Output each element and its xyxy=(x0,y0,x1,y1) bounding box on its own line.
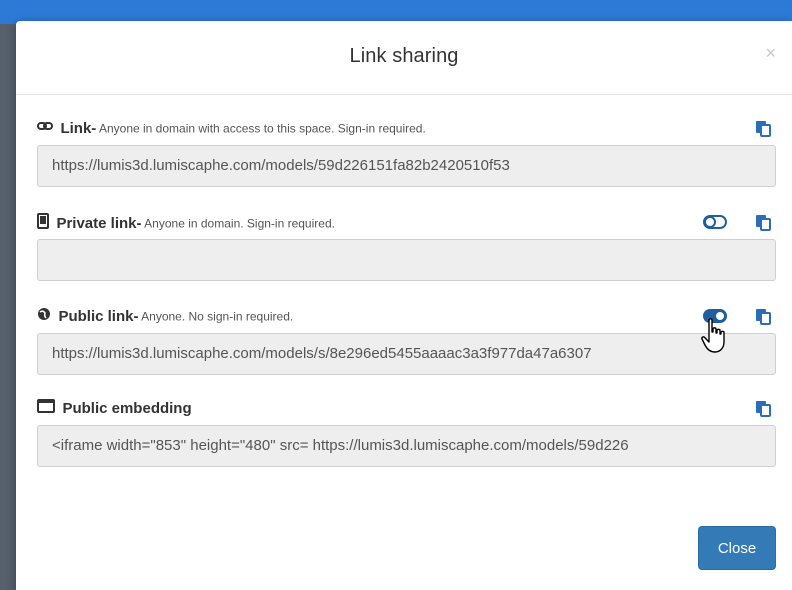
copy-link-icon[interactable] xyxy=(754,119,772,137)
link-description: Anyone in domain with access to this spa… xyxy=(96,121,426,136)
tablet-icon xyxy=(37,213,49,234)
close-button[interactable]: Close xyxy=(698,526,776,570)
private-link-section: Private link- Anyone in domain. Sign-in … xyxy=(37,213,776,281)
page-backdrop xyxy=(0,24,16,590)
public-link-toggle-icon[interactable] xyxy=(702,307,730,325)
public-link-title: Public link- xyxy=(58,308,139,325)
copy-public-link-icon[interactable] xyxy=(754,307,772,325)
public-embedding-label-row: Public embedding xyxy=(37,399,776,421)
public-link-description: Anyone. No sign-in required. xyxy=(138,309,294,324)
copy-embed-code-icon[interactable] xyxy=(754,399,772,417)
private-link-title: Private link- xyxy=(56,215,142,232)
private-link-description: Anyone in domain. Sign-in required. xyxy=(141,216,335,231)
public-link-label-row: Public link- Anyone. No sign-in required… xyxy=(37,307,776,329)
window-icon xyxy=(37,399,55,418)
private-link-label-row: Private link- Anyone in domain. Sign-in … xyxy=(37,213,776,235)
globe-icon xyxy=(37,307,51,326)
link-title: Link- xyxy=(60,120,97,137)
copy-private-link-icon[interactable] xyxy=(754,213,772,231)
private-link-url-field[interactable] xyxy=(37,239,776,281)
close-icon[interactable]: × xyxy=(765,43,776,63)
public-link-section: Public link- Anyone. No sign-in required… xyxy=(37,307,776,375)
private-link-toggle-icon[interactable] xyxy=(702,213,730,231)
link-sharing-dialog: Link sharing × Link- Anyone in domain wi… xyxy=(16,21,792,590)
link-label-row: Link- Anyone in domain with access to th… xyxy=(37,119,776,141)
link-section: Link- Anyone in domain with access to th… xyxy=(37,119,776,187)
public-embedding-section: Public embedding <iframe width="853" hei… xyxy=(37,399,776,467)
dialog-header: Link sharing × xyxy=(16,21,792,95)
public-link-url-field[interactable]: https://lumis3d.lumiscaphe.com/models/s/… xyxy=(37,333,776,375)
dialog-title: Link sharing xyxy=(349,45,459,67)
link-icon xyxy=(37,119,53,138)
link-url-field[interactable]: https://lumis3d.lumiscaphe.com/models/59… xyxy=(37,145,776,187)
embed-code-field[interactable]: <iframe width="853" height="480" src= ht… xyxy=(37,425,776,467)
public-embedding-title: Public embedding xyxy=(62,400,192,417)
